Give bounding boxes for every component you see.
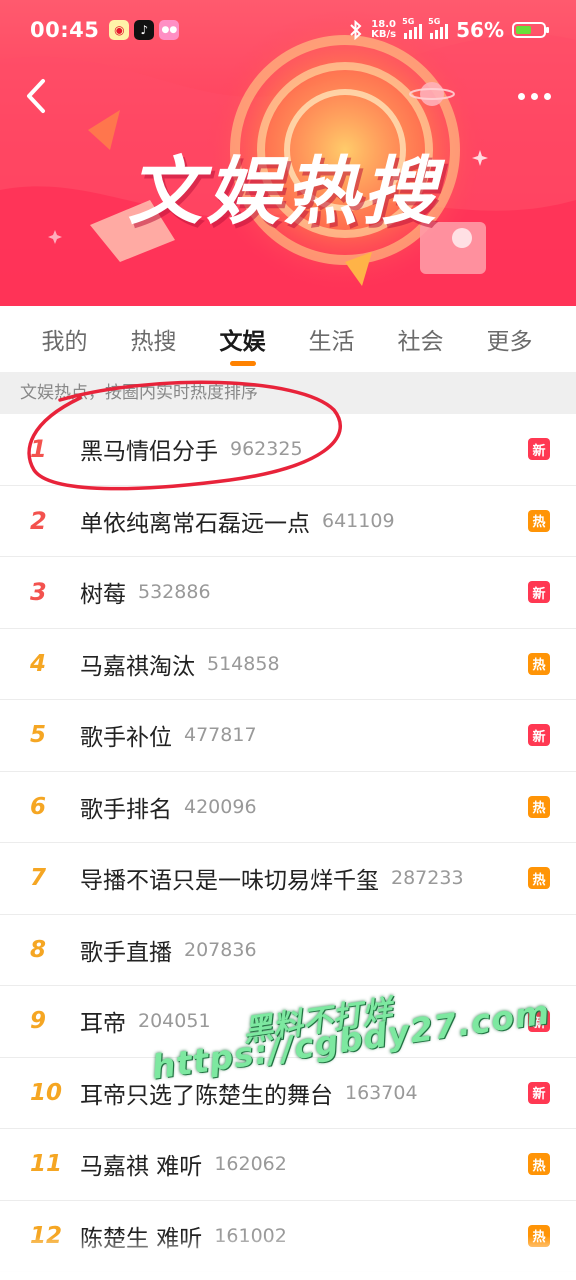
heat-count: 477817 (184, 724, 257, 747)
rank-number: 12 (30, 1222, 63, 1249)
tiktok-icon: ♪ (134, 20, 155, 40)
dot-icon (530, 92, 538, 100)
hot-badge: 热 (528, 509, 550, 532)
battery-icon (512, 22, 549, 38)
heat-count: 514858 (207, 652, 280, 675)
tab-1[interactable]: 热搜 (109, 322, 198, 356)
dot-icon (517, 92, 525, 100)
list-item[interactable]: 10 耳帝只选了陈楚生的舞台 163704 新 (0, 1058, 576, 1129)
banner-title: 文娱热搜 (128, 149, 440, 235)
list-item[interactable]: 4 马嘉祺淘汰 514858 热 (0, 629, 576, 700)
status-time: 00:45 (30, 18, 100, 42)
category-tabs: 我的 热搜 文娱 生活 社会 更多 (0, 306, 576, 372)
signal-2-icon: 5G (428, 17, 449, 39)
item-title: 单依纯离常石磊远一点 (80, 510, 310, 537)
list-item[interactable]: 1 黑马情侣分手 962325 新 (0, 414, 576, 486)
tab-4[interactable]: 社会 (376, 322, 465, 356)
list-item[interactable]: 8 歌手直播 207836 (0, 915, 576, 986)
new-badge: 新 (528, 438, 550, 461)
list-item[interactable]: 12 陈楚生 难听 161002 热 (0, 1201, 576, 1272)
dot-icon (543, 92, 551, 100)
rank-number: 3 (30, 578, 47, 607)
status-indicators: 18.0 KB/s 5G 5G 56% (349, 17, 549, 42)
rank-number: 8 (30, 936, 47, 963)
new-badge: 新 (528, 581, 550, 604)
list-item[interactable]: 3 树莓 532886 新 (0, 557, 576, 629)
more-options-button[interactable] (514, 84, 554, 108)
item-title: 歌手排名 (80, 796, 172, 823)
list-item[interactable]: 6 歌手排名 420096 热 (0, 772, 576, 843)
new-badge: 新 (528, 1010, 550, 1033)
hot-badge: 热 (528, 867, 550, 890)
list-item[interactable]: 2 单依纯离常石磊远一点 641109 热 (0, 486, 576, 557)
heat-count: 162062 (214, 1153, 287, 1176)
bluetooth-icon (350, 20, 362, 40)
hot-badge: 热 (528, 795, 550, 818)
weibo-icon: ◉ (109, 20, 130, 40)
rank-number: 1 (30, 435, 47, 464)
hot-badge: 热 (528, 652, 550, 675)
list-subtitle: 文娱热点，按圈内实时热度排序 (0, 372, 576, 414)
list-item[interactable]: 7 导播不语只是一味切易烊千玺 287233 热 (0, 843, 576, 915)
status-bar: 00:45 ◉ ♪ ●● 18.0 KB/s 5G 5G 56% (0, 0, 576, 60)
app-notification-icon: ●● (159, 20, 180, 40)
hot-search-list: 1 黑马情侣分手 962325 新 2 单依纯离常石磊远一点 641109 热 3 树莓 53288… (0, 414, 576, 1272)
battery-percent: 56% (456, 18, 504, 42)
item-title: 马嘉祺淘汰 (80, 653, 195, 680)
tab-5[interactable]: 更多 (465, 322, 554, 356)
heat-count: 532886 (138, 581, 211, 604)
heat-count: 287233 (391, 867, 464, 890)
rank-number: 4 (30, 650, 47, 677)
list-item[interactable]: 5 歌手补位 477817 新 (0, 700, 576, 772)
heat-count: 420096 (184, 795, 257, 818)
item-title: 歌手补位 (80, 725, 172, 752)
back-button[interactable] (18, 76, 54, 116)
hot-badge: 热 (528, 1224, 550, 1247)
rank-number: 9 (30, 1008, 47, 1035)
tab-2[interactable]: 文娱 (198, 322, 287, 366)
heat-count: 204051 (138, 1010, 211, 1033)
heat-count: 641109 (322, 509, 395, 532)
list-item[interactable]: 11 马嘉祺 难听 162062 热 (0, 1129, 576, 1201)
heat-count: 163704 (345, 1081, 418, 1104)
signal-1-icon: 5G (402, 17, 423, 39)
tab-3[interactable]: 生活 (287, 322, 376, 356)
item-title: 耳帝只选了陈楚生的舞台 (80, 1082, 333, 1109)
new-badge: 新 (528, 1081, 550, 1104)
battery-fill (516, 26, 531, 34)
item-title: 陈楚生 难听 (80, 1225, 203, 1252)
network-speed: 18.0 KB/s (371, 19, 397, 40)
item-title: 马嘉祺 难听 (80, 1154, 203, 1181)
rank-number: 11 (30, 1151, 63, 1178)
item-title: 耳帝 (80, 1011, 126, 1038)
item-title: 歌手直播 (80, 939, 172, 966)
rank-number: 10 (30, 1079, 63, 1106)
chevron-left-icon (27, 79, 45, 113)
rank-number: 6 (30, 793, 47, 820)
header-banner: 00:45 ◉ ♪ ●● 18.0 KB/s 5G 5G 56% 文娱热搜 (0, 0, 576, 306)
hot-badge: 热 (528, 1153, 550, 1176)
rank-number: 5 (30, 722, 47, 749)
heat-count: 207836 (184, 938, 257, 961)
notification-icons: ◉ ♪ ●● (109, 20, 180, 40)
heat-count: 962325 (230, 438, 303, 461)
new-badge: 新 (528, 724, 550, 747)
rank-number: 2 (30, 506, 47, 535)
rank-number: 7 (30, 865, 47, 892)
tab-0[interactable]: 我的 (20, 322, 109, 356)
heat-count: 161002 (214, 1224, 287, 1247)
list-item[interactable]: 9 耳帝 204051 新 (0, 986, 576, 1058)
item-title: 树莓 (80, 582, 126, 609)
item-title: 导播不语只是一味切易烊千玺 (80, 868, 379, 895)
item-title: 黑马情侣分手 (80, 439, 218, 466)
